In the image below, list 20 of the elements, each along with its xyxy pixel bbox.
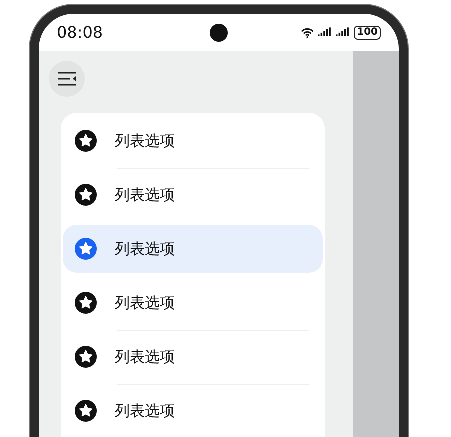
item-label: 列表选项	[115, 132, 175, 150]
menu-icon	[57, 72, 77, 86]
camera-icon	[210, 24, 228, 42]
list-item[interactable]: 列表选项	[63, 279, 323, 327]
status-time: 08:08	[57, 23, 104, 42]
menu-button[interactable]	[49, 61, 85, 97]
list-item[interactable]: 列表选项	[63, 387, 323, 435]
signal-icon	[336, 27, 350, 38]
list-item[interactable]: 列表选项	[63, 171, 323, 219]
item-label: 列表选项	[115, 186, 175, 204]
item-label: 列表选项	[115, 294, 175, 312]
list-item[interactable]: 列表选项	[63, 225, 323, 273]
item-label: 列表选项	[115, 402, 175, 420]
item-label: 列表选项	[115, 348, 175, 366]
signal-icon	[318, 27, 332, 38]
list-item[interactable]: 列表选项	[63, 333, 323, 381]
wifi-icon	[301, 26, 314, 38]
battery-level: 100	[354, 26, 381, 40]
list-item[interactable]: 列表选项	[63, 117, 323, 165]
item-label: 列表选项	[115, 240, 175, 258]
